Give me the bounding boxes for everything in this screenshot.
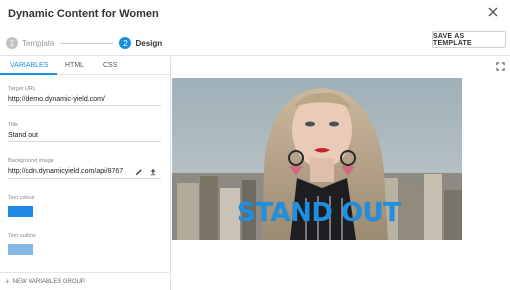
editor-tabs: VARIABLES HTML CSS [0,57,170,75]
step-2-label[interactable]: Design [135,39,162,48]
plus-icon: + [5,277,10,286]
variables-panel: VARIABLES HTML CSS Target URL http://dem… [0,57,171,290]
stepper-divider [60,42,114,44]
text-colour-swatch[interactable] [8,206,33,217]
background-image-label: Background image [8,158,54,164]
text-outline-label: Text outline [8,233,36,239]
save-as-template-button[interactable]: SAVE AS TEMPLATE [432,31,506,48]
title-field[interactable]: Stand out [8,132,38,139]
banner-headline: STAND OUT [237,198,401,228]
text-outline-swatch[interactable] [8,244,33,255]
close-icon[interactable] [486,5,500,19]
upload-icon[interactable] [149,168,157,176]
expand-icon[interactable] [496,62,505,71]
target-url-underline [8,105,161,106]
stepper: 1 Template 2 Design [6,36,162,50]
banner-preview[interactable]: STAND OUT [172,78,462,240]
dialog-title: Dynamic Content for Women [8,8,159,20]
title-underline [8,141,161,142]
tab-variables[interactable]: VARIABLES [10,62,48,69]
step-2-number[interactable]: 2 [119,37,132,49]
background-image-underline [8,178,161,179]
background-image-field[interactable]: http://cdn.dynamicyield.com/api/8767 [8,168,123,175]
step-1-label[interactable]: Template [22,39,54,48]
text-colour-label: Text colour [8,195,35,201]
tab-css[interactable]: CSS [103,62,117,69]
new-variables-group-button[interactable]: + NEW VARIABLES GROUP [5,277,85,286]
tab-html[interactable]: HTML [65,62,84,69]
dialog-header: Dynamic Content for Women 1 Template 2 D… [0,0,510,56]
step-1-number[interactable]: 1 [6,37,18,49]
new-variables-group-label: NEW VARIABLES GROUP [12,279,85,285]
active-tab-indicator [0,73,57,75]
pencil-icon[interactable] [135,168,143,176]
target-url-field[interactable]: http://demo.dynamic-yield.com/ [8,96,105,103]
target-url-label: Target URL [8,86,36,92]
title-label: Title [8,122,19,128]
sidebar-footer: + NEW VARIABLES GROUP [0,272,171,290]
